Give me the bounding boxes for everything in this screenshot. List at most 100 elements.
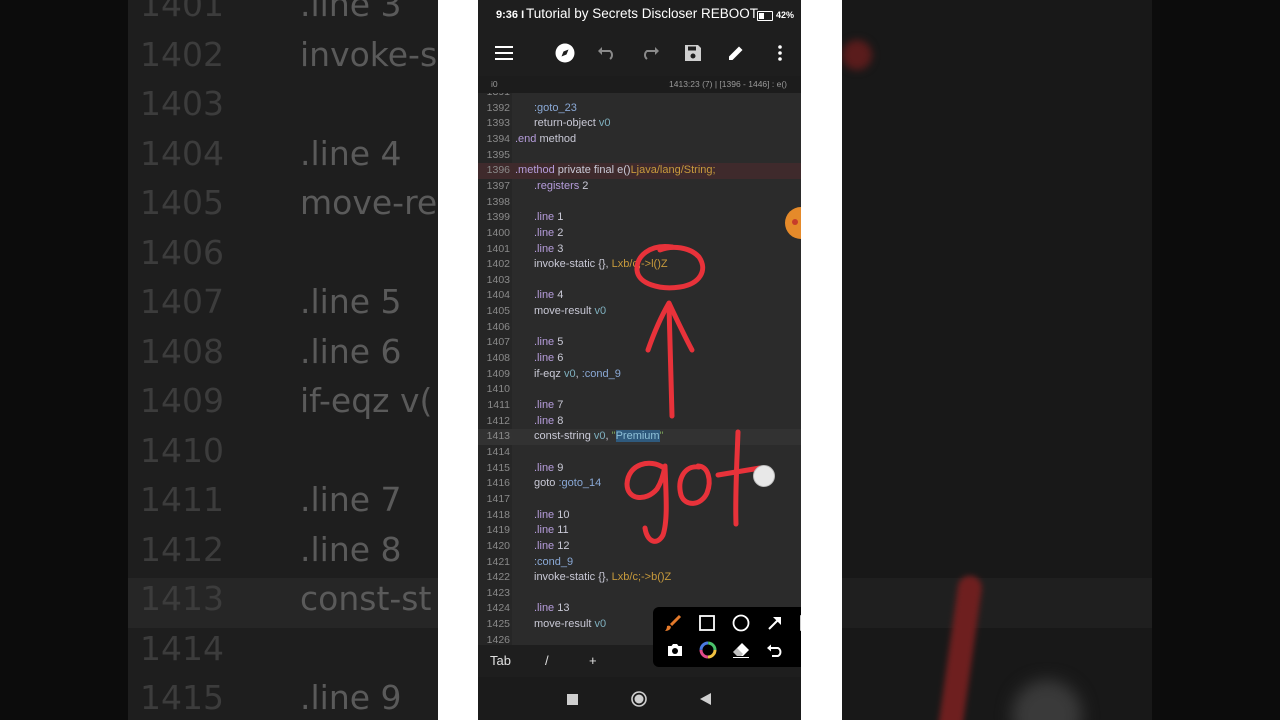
code-line[interactable]: 1420 .line 12 — [478, 539, 801, 555]
menu-icon[interactable] — [489, 38, 519, 68]
background-code-text: invoke-s — [300, 34, 438, 74]
background-line-number: 1412 — [140, 529, 224, 569]
tab-key[interactable]: Tab — [490, 653, 511, 668]
background-code-line: 1401 .line 3 — [140, 0, 402, 24]
code-text: invoke-static {}, Lxb/c;->b()Z — [534, 571, 672, 584]
arrow-icon[interactable] — [763, 611, 787, 635]
code-line[interactable]: 1409 if-eqz v0, :cond_9 — [478, 367, 801, 383]
code-line[interactable]: 1416 goto :goto_14 — [478, 476, 801, 492]
code-text: .line 13 — [534, 602, 570, 615]
background-code-line: 1410 — [140, 431, 300, 470]
code-line[interactable]: 1397 .registers 2 — [478, 179, 801, 195]
line-number: 1391 — [478, 93, 510, 101]
code-line[interactable]: 1421:cond_9 — [478, 555, 801, 571]
background-code-line: 1405 move-re — [140, 183, 437, 222]
code-text: move-result v0 — [534, 305, 607, 318]
compass-icon[interactable] — [550, 38, 580, 68]
code-line[interactable]: 1414 — [478, 445, 801, 461]
fill-icon[interactable] — [796, 611, 801, 635]
code-text: .line 6 — [534, 352, 564, 365]
line-number: 1406 — [486, 320, 510, 333]
recents-icon[interactable] — [562, 689, 582, 709]
save-icon[interactable] — [678, 38, 708, 68]
code-line[interactable]: 1405 move-result v0 — [478, 304, 801, 320]
code-text: .line 3 — [534, 242, 564, 255]
code-line[interactable]: 1400 .line 2 — [478, 226, 801, 242]
circle-icon[interactable] — [729, 611, 753, 635]
color-wheel-icon[interactable] — [696, 638, 720, 662]
code-line[interactable]: 1419 .line 11 — [478, 523, 801, 539]
brush-icon[interactable] — [661, 611, 685, 635]
close-icon[interactable] — [797, 638, 801, 662]
phone-screen: 9:36 I Tutorial by Secrets Discloser REB… — [478, 0, 801, 720]
code-line[interactable]: 1391 — [478, 93, 801, 101]
redo-icon[interactable] — [635, 38, 665, 68]
undo-icon[interactable] — [592, 38, 622, 68]
eraser-icon[interactable] — [729, 638, 753, 662]
line-number: 1404 — [486, 289, 510, 302]
background-code-line: 1412 .line 8 — [140, 530, 402, 569]
slash-key[interactable]: / — [545, 653, 549, 668]
code-line[interactable]: 1394 .end method — [478, 132, 801, 148]
line-number: 1415 — [486, 461, 510, 474]
line-number: 1409 — [486, 367, 510, 380]
background-line-number: 1411 — [140, 480, 224, 519]
code-line[interactable]: 1412 .line 8 — [478, 414, 801, 430]
rectangle-icon[interactable] — [695, 611, 719, 635]
line-number: 1414 — [486, 445, 510, 458]
background-line-number: 1404 — [140, 133, 224, 173]
code-text: .line 12 — [534, 539, 570, 552]
code-line[interactable]: 1401 .line 3 — [478, 242, 801, 258]
camera-icon[interactable] — [663, 638, 687, 662]
code-line[interactable]: 1408 .line 6 — [478, 351, 801, 367]
code-line[interactable]: 1399 .line 1 — [478, 210, 801, 226]
code-line[interactable]: 1407 .line 5 — [478, 335, 801, 351]
code-line[interactable]: 1406 — [478, 320, 801, 336]
code-line[interactable]: 1392:goto_23 — [478, 101, 801, 117]
line-number: 1401 — [486, 242, 510, 255]
code-line[interactable]: 1418 .line 10 — [478, 508, 801, 524]
background-code-line: 1403 — [140, 84, 300, 123]
cursor-register: i0 — [491, 79, 498, 89]
code-line[interactable]: 1422 invoke-static {}, Lxb/c;->b()Z — [478, 570, 801, 586]
back-icon[interactable] — [695, 689, 715, 709]
code-line[interactable]: 1411 .line 7 — [478, 398, 801, 414]
more-vert-icon[interactable] — [765, 38, 795, 68]
line-number: 1426 — [486, 633, 510, 645]
editor-info-bar: i0 1413:23 (7) | [1396 - 1446] : e() — [478, 76, 801, 94]
background-code-line: 1414 — [140, 629, 300, 668]
line-number: 1411 — [487, 399, 510, 411]
undo-draw-icon[interactable] — [763, 638, 787, 662]
background-code-text: if-eqz v( — [300, 381, 433, 420]
code-line[interactable]: 1396 .method private final e()Ljava/lang/… — [478, 163, 801, 179]
code-line[interactable]: 1413 const-string v0, "Premium" — [478, 429, 801, 445]
background-blur-left: 1401 .line 3 1402 invoke-s 1403 1404 .line 4 14… — [128, 0, 438, 720]
code-text: .line 7 — [534, 399, 564, 411]
background-code-line: 1411 .line 7 — [140, 480, 402, 519]
code-text: return-object v0 — [534, 117, 611, 130]
edit-icon[interactable] — [721, 38, 751, 68]
line-number: 1399 — [486, 211, 510, 224]
line-number: 1420 — [486, 539, 510, 552]
plus-key[interactable]: + — [589, 653, 597, 668]
code-line[interactable]: 1410 — [478, 382, 801, 398]
code-line[interactable]: 1417 — [478, 492, 801, 508]
code-line[interactable]: 1398 — [478, 195, 801, 211]
code-line[interactable]: 1403 — [478, 273, 801, 289]
code-line[interactable]: 1423 — [478, 586, 801, 602]
line-number: 1422 — [486, 571, 510, 584]
line-number: 1425 — [486, 618, 510, 631]
background-code-text: .line 4 — [300, 133, 402, 173]
code-line[interactable]: 1404 .line 4 — [478, 288, 801, 304]
code-editor[interactable]: 13911392:goto_23 1393 return-object v0 1394… — [478, 93, 801, 645]
line-number: 1424 — [486, 602, 510, 615]
background-line-number: 1403 — [140, 84, 224, 123]
code-text: goto :goto_14 — [534, 477, 602, 490]
line-number: 1421 — [486, 555, 510, 568]
battery-percent: 42% — [776, 10, 795, 20]
code-line[interactable]: 1415 .line 9 — [478, 461, 801, 477]
code-line[interactable]: 1402 invoke-static {}, Lxb/c;->l()Z — [478, 257, 801, 273]
code-line[interactable]: 1395 — [478, 148, 801, 164]
code-line[interactable]: 1393 return-object v0 — [478, 116, 801, 132]
home-icon[interactable] — [629, 689, 649, 709]
